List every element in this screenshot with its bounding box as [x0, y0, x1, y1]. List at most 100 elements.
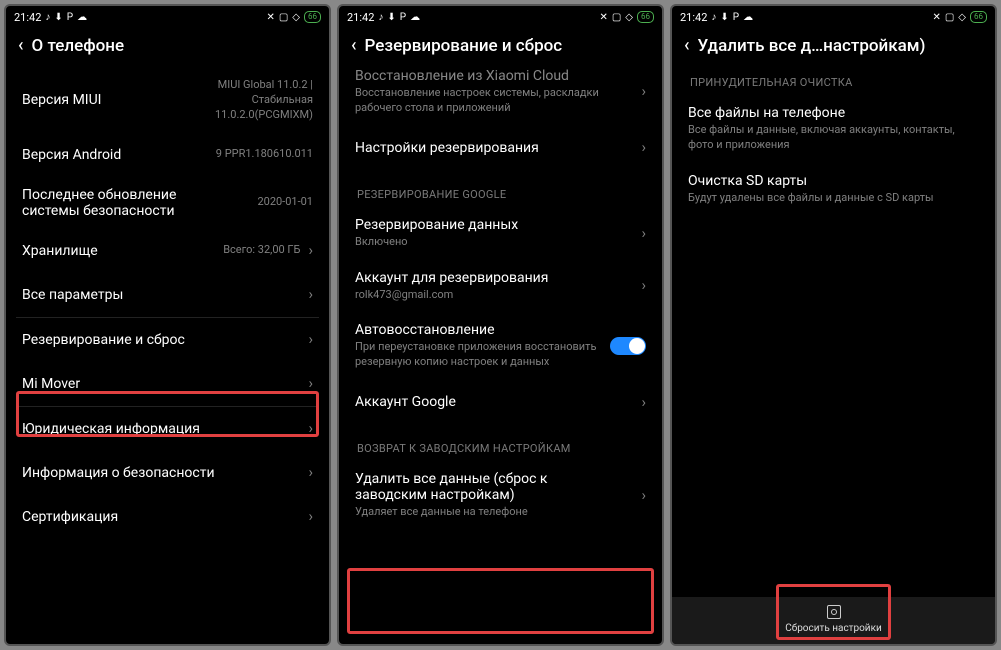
row-miui-version[interactable]: Версия MIUI MIUI Global 11.0.2 | Стабиль…	[16, 68, 319, 133]
chevron-right-icon: ›	[641, 226, 646, 241]
row-certification[interactable]: Сертификация ›	[16, 495, 319, 539]
dnd-icon: ✕	[266, 12, 274, 23]
row-backup-reset[interactable]: Резервирование и сброс ›	[16, 318, 319, 362]
chevron-right-icon: ›	[641, 395, 646, 410]
backup-label: Резервирование и сброс	[22, 332, 300, 348]
erase-title-2: заводским настройкам)	[355, 487, 633, 503]
app-header: ‹ Резервирование и сброс	[339, 28, 662, 68]
security-value: 2020-01-01	[257, 195, 313, 210]
dnd-icon: ✕	[932, 12, 940, 23]
chevron-right-icon: ›	[641, 488, 646, 503]
chevron-right-icon: ›	[308, 421, 313, 436]
row-backup-account[interactable]: Аккаунт для резервирования rolk473@gmail…	[349, 260, 652, 313]
app-header: ‹ О телефоне	[6, 28, 329, 68]
auto-restore-toggle[interactable]	[610, 337, 646, 355]
wifi-icon: ◇	[958, 12, 966, 23]
gaccount-sub: rolk473@gmail.com	[355, 288, 633, 303]
row-auto-restore[interactable]: Автовосстановление При переустановке при…	[349, 312, 652, 380]
row-mi-mover[interactable]: Mi Mover ›	[16, 362, 319, 406]
phone-screen-3: 21:42 ♪ ⬇ P ☁ ✕ ▢ ◇ 66 ‹ Удалить все д…н…	[670, 4, 997, 646]
erase-sub: Удаляет все данные на телефоне	[355, 505, 633, 520]
row-all-params[interactable]: Все параметры ›	[16, 273, 319, 317]
row-google-backup[interactable]: Резервирование данных Включено ›	[349, 207, 652, 260]
app-header: ‹ Удалить все д…настройкам)	[672, 28, 995, 68]
back-icon[interactable]: ‹	[351, 37, 357, 55]
app-icon: P	[733, 12, 739, 23]
cloud-icon: ☁	[410, 12, 420, 23]
reset-icon	[827, 605, 841, 619]
chevron-right-icon: ›	[308, 465, 313, 480]
allparams-label: Все параметры	[22, 287, 300, 303]
allfiles-sub: Все файлы и данные, включая аккаунты, ко…	[688, 123, 979, 153]
sd-title: Очистка SD карты	[688, 173, 979, 189]
cloud-icon: ☁	[743, 12, 753, 23]
cert-label: Сертификация	[22, 509, 300, 525]
auto-sub: При переустановке приложения восстановит…	[355, 340, 602, 370]
phone-screen-2: 21:42 ♪ ⬇ P ☁ ✕ ▢ ◇ 66 ‹ Резервирование …	[337, 4, 664, 646]
status-time: 21:42	[14, 11, 41, 24]
chevron-right-icon: ›	[308, 376, 313, 391]
status-time: 21:42	[680, 11, 707, 24]
chevron-right-icon: ›	[308, 243, 313, 258]
row-restore-xiaomi-cloud[interactable]: Восстановление из Xiaomi Cloud Восстанов…	[349, 68, 652, 126]
gaccount-title: Аккаунт для резервирования	[355, 270, 633, 286]
security-label-2: системы безопасности	[22, 203, 249, 219]
tiktok-icon: ♪	[45, 12, 50, 23]
row-safety[interactable]: Информация о безопасности ›	[16, 451, 319, 495]
row-google-account[interactable]: Аккаунт Google ›	[349, 380, 652, 424]
safety-label: Информация о безопасности	[22, 465, 300, 481]
row-clear-sd[interactable]: Очистка SD карты Будут удалены все файлы…	[682, 163, 985, 216]
app-icon: P	[67, 12, 73, 23]
status-bar: 21:42 ♪ ⬇ P ☁ ✕ ▢ ◇ 66	[672, 6, 995, 28]
page-title: Резервирование и сброс	[365, 36, 563, 56]
download-icon: ⬇	[387, 12, 395, 23]
storage-label: Хранилище	[22, 243, 215, 259]
page-title: О телефоне	[32, 36, 125, 56]
section-factory-reset: ВОЗВРАТ К ЗАВОДСКИМ НАСТРОЙКАМ	[349, 424, 652, 461]
reset-button[interactable]: Сбросить настройки	[672, 597, 995, 644]
download-icon: ⬇	[720, 12, 728, 23]
page-title: Удалить все д…настройкам)	[698, 36, 926, 56]
dnd-icon: ✕	[599, 12, 607, 23]
back-icon[interactable]: ‹	[684, 37, 690, 55]
battery-icon: 66	[304, 11, 321, 23]
xiaomi-sub: Восстановление настроек системы, расклад…	[355, 86, 633, 116]
row-legal[interactable]: Юридическая информация ›	[16, 407, 319, 451]
status-bar: 21:42 ♪ ⬇ P ☁ ✕ ▢ ◇ 66	[339, 6, 662, 28]
wifi-icon: ◇	[625, 12, 633, 23]
row-erase-all-data[interactable]: Удалить все данные (сброс к заводским на…	[349, 461, 652, 530]
chevron-right-icon: ›	[308, 509, 313, 524]
xiaomi-title: Восстановление из Xiaomi Cloud	[355, 68, 633, 84]
volte-icon: ▢	[612, 12, 621, 23]
miui-value-2: Стабильная	[215, 93, 313, 108]
battery-icon: 66	[970, 11, 987, 23]
security-label-1: Последнее обновление	[22, 187, 249, 203]
row-all-files[interactable]: Все файлы на телефоне Все файлы и данные…	[682, 95, 985, 163]
row-backup-settings[interactable]: Настройки резервирования ›	[349, 126, 652, 170]
allfiles-title: Все файлы на телефоне	[688, 105, 979, 121]
row-security-update[interactable]: Последнее обновление системы безопасност…	[16, 177, 319, 229]
cloud-icon: ☁	[77, 12, 87, 23]
miui-value-3: 11.0.2.0(PCGMIXM)	[215, 108, 313, 123]
section-google-backup: РЕЗЕРВИРОВАНИЕ GOOGLE	[349, 170, 652, 207]
wifi-icon: ◇	[292, 12, 300, 23]
section-force-clear: ПРИНУДИТЕЛЬНАЯ ОЧИСТКА	[682, 68, 985, 95]
tiktok-icon: ♪	[378, 12, 383, 23]
miui-value-1: MIUI Global 11.0.2 |	[215, 78, 313, 93]
android-value: 9 PPR1.180610.011	[216, 147, 313, 162]
chevron-right-icon: ›	[308, 287, 313, 302]
download-icon: ⬇	[54, 12, 62, 23]
chevron-right-icon: ›	[641, 140, 646, 155]
row-storage[interactable]: Хранилище Всего: 32,00 ГБ ›	[16, 229, 319, 273]
status-time: 21:42	[347, 11, 374, 24]
gbackup-title: Резервирование данных	[355, 217, 633, 233]
volte-icon: ▢	[279, 12, 288, 23]
miui-label: Версия MIUI	[22, 92, 207, 108]
google-title: Аккаунт Google	[355, 394, 633, 410]
backup-settings-title: Настройки резервирования	[355, 140, 633, 156]
erase-title-1: Удалить все данные (сброс к	[355, 471, 633, 487]
chevron-right-icon: ›	[308, 332, 313, 347]
row-android-version[interactable]: Версия Android 9 PPR1.180610.011	[16, 133, 319, 177]
app-icon: P	[400, 12, 406, 23]
back-icon[interactable]: ‹	[18, 37, 24, 55]
